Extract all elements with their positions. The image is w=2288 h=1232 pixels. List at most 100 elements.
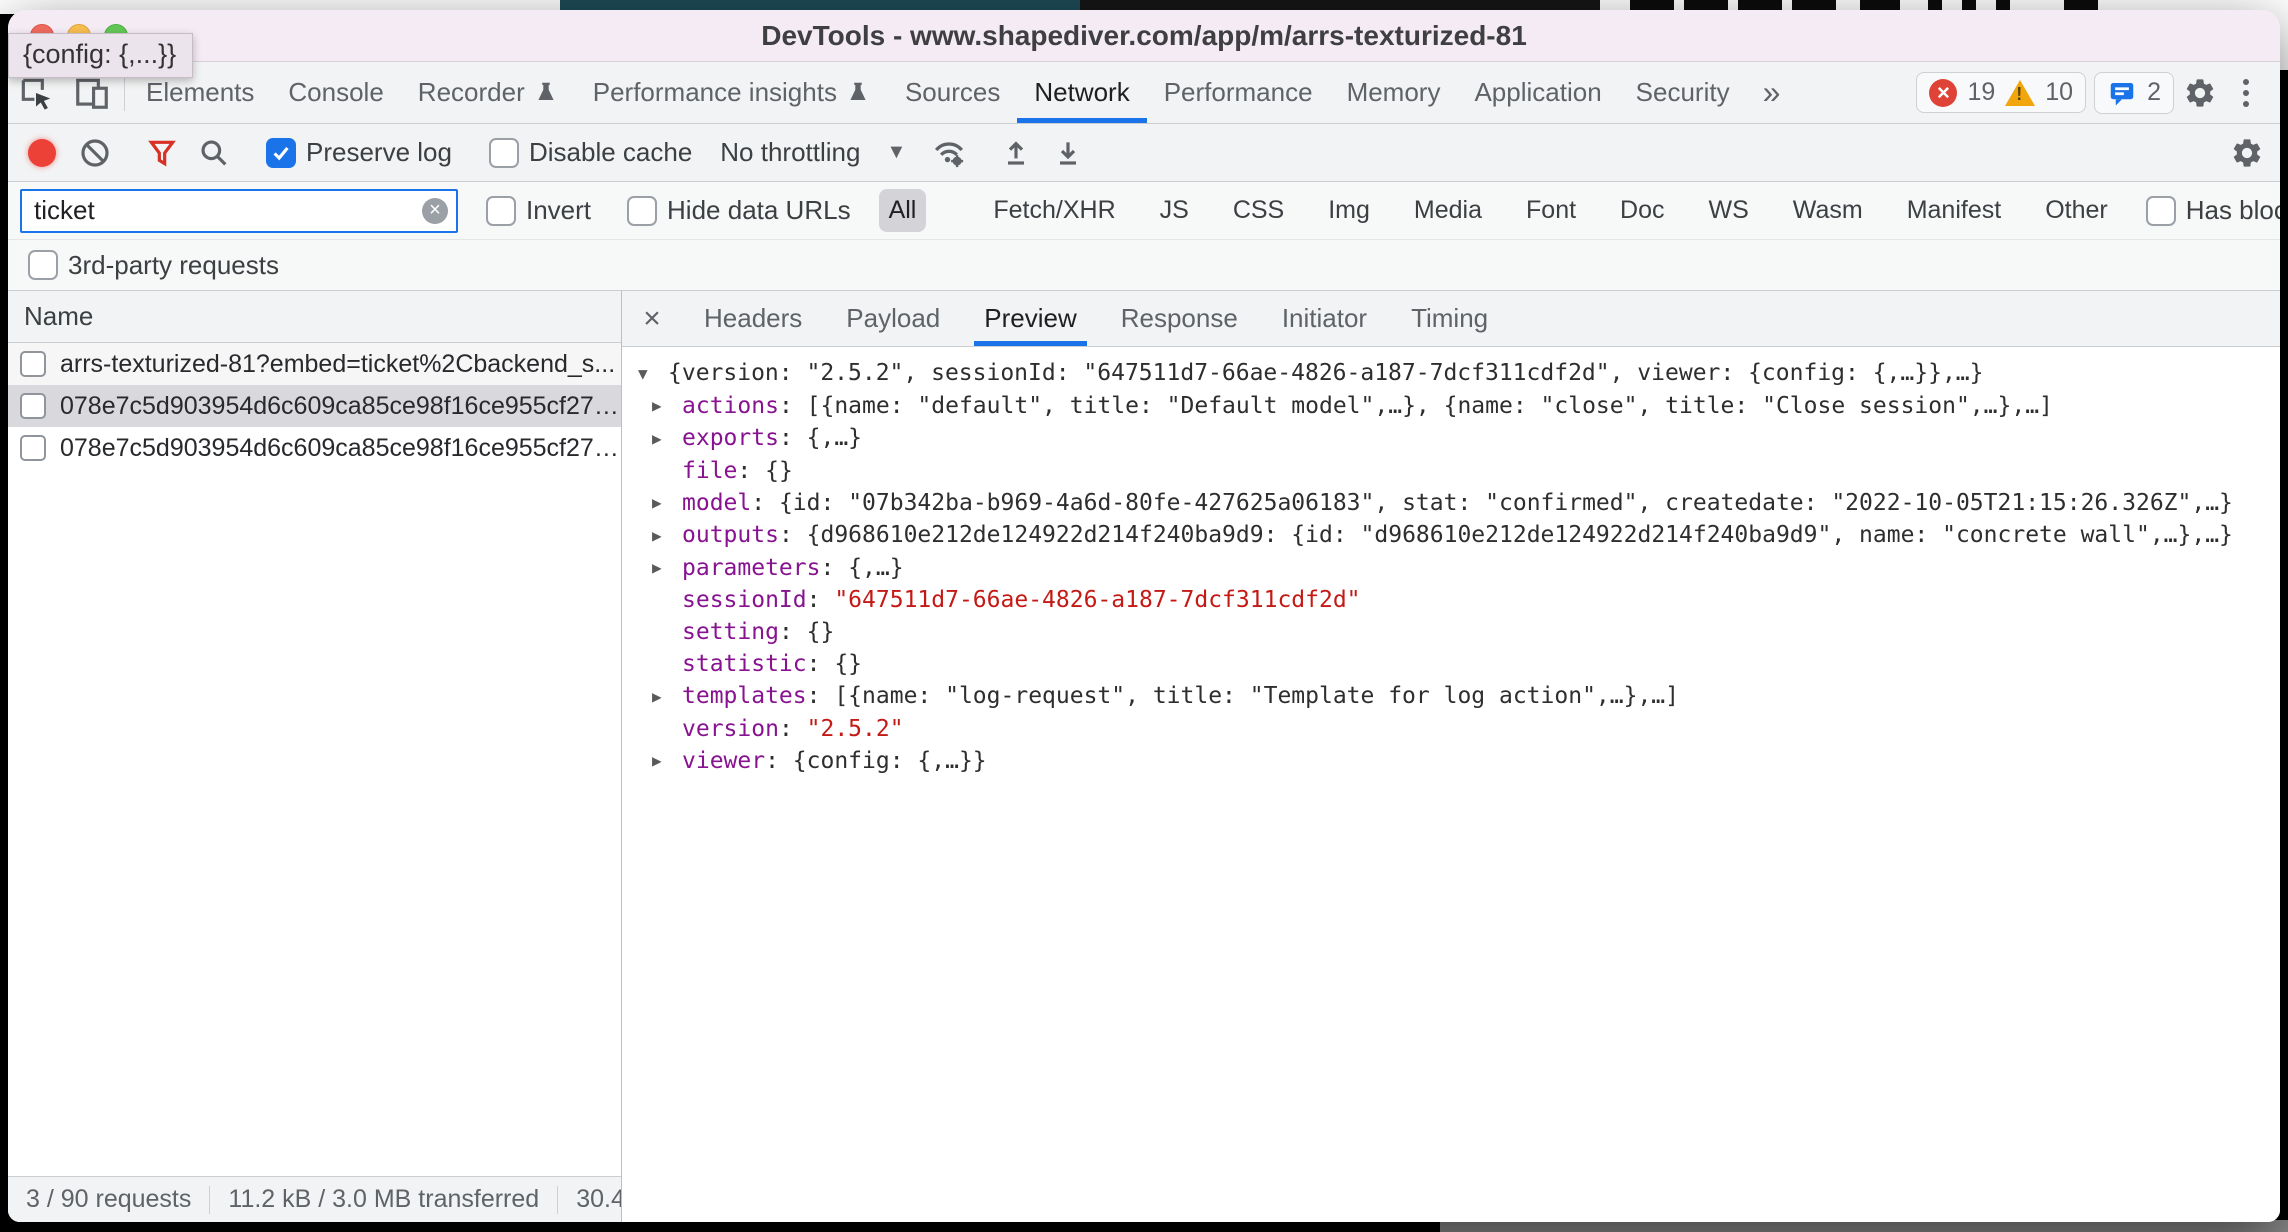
hide-data-urls-checkbox[interactable]: Hide data URLs xyxy=(619,195,859,226)
table-row[interactable]: arrs-texturized-81?embed=ticket%2Cbacken… xyxy=(8,343,621,385)
filter-type-font[interactable]: Font xyxy=(1516,189,1586,232)
detail-tab-preview[interactable]: Preview xyxy=(962,291,1098,346)
invert-label: Invert xyxy=(526,195,591,226)
disable-cache-checkbox[interactable]: Disable cache xyxy=(481,137,700,168)
import-har-button[interactable] xyxy=(993,130,1039,176)
tab-sources[interactable]: Sources xyxy=(888,62,1017,123)
tab-console[interactable]: Console xyxy=(271,62,400,123)
clear-filter-icon[interactable]: × xyxy=(422,198,448,224)
expand-arrow-icon[interactable]: ▶ xyxy=(652,745,682,777)
json-value: {version: "2.5.2", sessionId: "647511d7-… xyxy=(668,360,1983,386)
json-tree-line[interactable]: ▼{version: "2.5.2", sessionId: "647511d7… xyxy=(638,357,2280,390)
filter-type-all[interactable]: All xyxy=(879,189,927,232)
json-tree-line[interactable]: ▶templates: [{name: "log-request", title… xyxy=(638,680,2280,713)
expand-arrow-icon[interactable]: ▶ xyxy=(652,423,682,455)
json-tree-line[interactable]: ▶actions: [{name: "default", title: "Def… xyxy=(638,390,2280,423)
throttling-dropdown[interactable]: No throttling ▼ xyxy=(706,137,920,168)
filter-type-doc[interactable]: Doc xyxy=(1610,189,1674,232)
preserve-log-label: Preserve log xyxy=(306,137,452,168)
detail-tab-timing[interactable]: Timing xyxy=(1389,291,1510,346)
filter-type-ws[interactable]: WS xyxy=(1699,189,1759,232)
more-tabs-button[interactable]: » xyxy=(1747,62,1797,123)
network-filterbar-second-row: 3rd-party requests xyxy=(8,240,2280,290)
json-tree-line[interactable]: statistic: {} xyxy=(638,648,2280,680)
json-key: sessionId xyxy=(682,587,807,613)
tab-recorder[interactable]: Recorder xyxy=(401,62,576,123)
tab-performance[interactable]: Performance xyxy=(1147,62,1330,123)
table-row[interactable]: 078e7c5d903954d6c609ca85ce98f16ce955cf27… xyxy=(8,385,621,427)
table-row[interactable]: 078e7c5d903954d6c609ca85ce98f16ce955cf27… xyxy=(8,427,621,469)
issues-bubble-icon xyxy=(2107,78,2137,108)
network-conditions-button[interactable] xyxy=(926,130,972,176)
row-checkbox[interactable] xyxy=(20,351,46,377)
row-checkbox[interactable] xyxy=(20,393,46,419)
json-colon: : xyxy=(751,490,779,516)
tab-label: Console xyxy=(288,77,383,108)
filter-type-js[interactable]: JS xyxy=(1150,189,1199,232)
filter-type-other[interactable]: Other xyxy=(2035,189,2118,232)
settings-button[interactable] xyxy=(2174,62,2226,123)
third-party-requests-checkbox[interactable]: 3rd-party requests xyxy=(20,250,287,281)
json-tree-line[interactable]: ▶viewer: {config: {,…}} xyxy=(638,745,2280,778)
json-tree-line[interactable]: setting: {} xyxy=(638,616,2280,648)
name-column-header[interactable]: Name xyxy=(8,291,621,343)
issues-badge[interactable]: 2 xyxy=(2094,72,2174,114)
expand-arrow-icon[interactable]: ▶ xyxy=(652,487,682,519)
json-key: actions xyxy=(682,393,779,419)
detail-tab-initiator[interactable]: Initiator xyxy=(1260,291,1389,346)
filter-type-manifest[interactable]: Manifest xyxy=(1897,189,2011,232)
tab-network[interactable]: Network xyxy=(1017,62,1146,123)
preserve-log-checkbox[interactable]: Preserve log xyxy=(258,137,460,168)
row-checkbox[interactable] xyxy=(20,435,46,461)
record-network-log-button[interactable] xyxy=(28,139,56,167)
export-har-button[interactable] xyxy=(1045,130,1091,176)
json-tree-line[interactable]: version: "2.5.2" xyxy=(638,713,2280,745)
filter-type-css[interactable]: CSS xyxy=(1223,189,1294,232)
object-preview-tooltip: {config: {,...}} xyxy=(8,33,193,78)
expand-arrow-icon[interactable]: ▶ xyxy=(652,552,682,584)
json-tree-line[interactable]: ▶parameters: {,…} xyxy=(638,552,2280,585)
titlebar: DevTools - www.shapediver.com/app/m/arrs… xyxy=(8,10,2280,62)
filter-type-wasm[interactable]: Wasm xyxy=(1783,189,1873,232)
invert-checkbox[interactable]: Invert xyxy=(478,195,599,226)
more-options-button[interactable] xyxy=(2226,79,2266,107)
experiment-flask-icon xyxy=(533,78,559,108)
tab-memory[interactable]: Memory xyxy=(1330,62,1458,123)
filter-type-fetch-xhr[interactable]: Fetch/XHR xyxy=(983,189,1125,232)
filter-type-media[interactable]: Media xyxy=(1404,189,1492,232)
collapse-arrow-icon[interactable]: ▼ xyxy=(638,358,668,390)
json-tree-line[interactable]: sessionId: "647511d7-66ae-4826-a187-7dcf… xyxy=(638,584,2280,616)
tabbar-right: × 19 10 2 xyxy=(1908,62,2280,123)
filter-type-img[interactable]: Img xyxy=(1318,189,1380,232)
detail-tab-headers[interactable]: Headers xyxy=(682,291,824,346)
error-icon: × xyxy=(1929,79,1957,107)
json-key: outputs xyxy=(682,522,779,548)
search-button[interactable] xyxy=(191,130,237,176)
tab-security[interactable]: Security xyxy=(1619,62,1747,123)
detail-tab-response[interactable]: Response xyxy=(1099,291,1260,346)
tab-label: Elements xyxy=(146,77,254,108)
tab-application[interactable]: Application xyxy=(1457,62,1618,123)
has-blocked-cookies-checkbox[interactable]: Has blocked cookies xyxy=(2138,195,2280,226)
tab-performance-insights[interactable]: Performance insights xyxy=(576,62,888,123)
expand-arrow-icon[interactable]: ▶ xyxy=(652,520,682,552)
filter-toggle-button[interactable] xyxy=(139,130,185,176)
json-tree-line[interactable]: ▶outputs: {d968610e212de124922d214f240ba… xyxy=(638,519,2280,552)
close-detail-button[interactable]: × xyxy=(622,291,682,346)
json-tree-line[interactable]: ▶model: {id: "07b342ba-b969-4a6d-80fe-42… xyxy=(638,487,2280,520)
json-value: {config: {,…}} xyxy=(793,748,987,774)
console-errors-warnings-badge[interactable]: × 19 10 xyxy=(1916,72,2086,113)
expand-arrow-icon[interactable]: ▶ xyxy=(652,681,682,713)
network-settings-button[interactable] xyxy=(2224,130,2270,176)
json-tree-line[interactable]: file: {} xyxy=(638,455,2280,487)
download-arrow-icon xyxy=(1052,137,1084,169)
gear-icon xyxy=(2230,136,2264,170)
experiment-flask-icon xyxy=(845,78,871,108)
device-toolbar-icon xyxy=(73,74,111,112)
expand-arrow-icon[interactable]: ▶ xyxy=(652,390,682,422)
clear-network-log-button[interactable] xyxy=(72,130,118,176)
json-tree-line[interactable]: ▶exports: {,…} xyxy=(638,422,2280,455)
filter-input[interactable] xyxy=(20,189,458,233)
detail-tab-payload[interactable]: Payload xyxy=(824,291,962,346)
checkbox-unchecked-icon xyxy=(28,250,58,280)
